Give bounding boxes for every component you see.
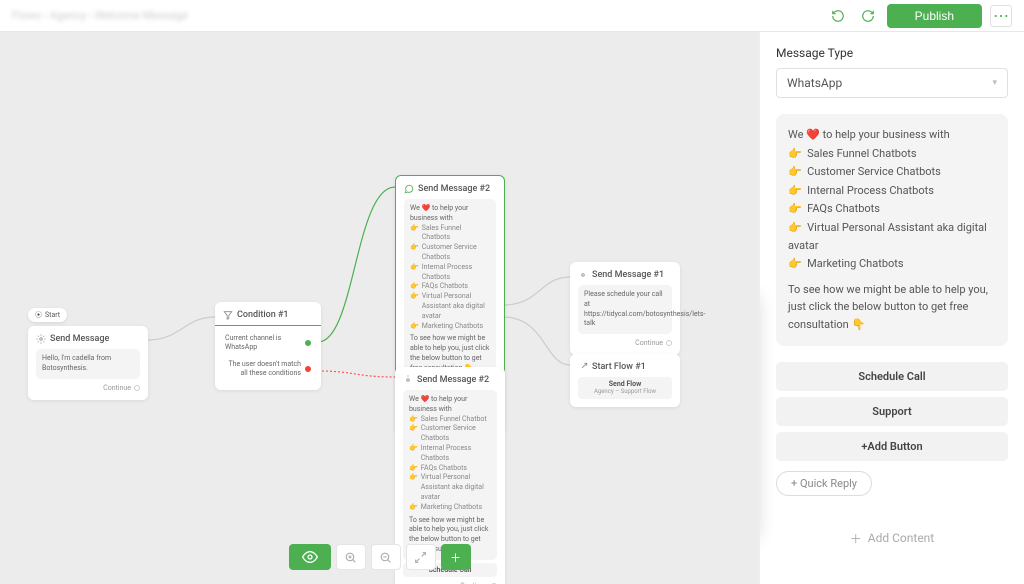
node-send-message[interactable]: Send Message Hello, I'm cadella from Bot… <box>28 326 148 400</box>
preview-icon[interactable] <box>289 544 331 570</box>
schedule-call-button[interactable]: Schedule Call <box>776 362 1008 391</box>
popup-item-actions[interactable]: ⚡Actions› <box>759 457 760 482</box>
node-send-message-1[interactable]: Send Message #1 Please schedule your cal… <box>570 262 680 355</box>
bullet-item: 👉Marketing Chatbots <box>409 503 491 513</box>
content-type-popup: ≡Text▣Image▭Card☰Get User Data▷Video✉Tem… <box>759 290 760 536</box>
quick-reply-button[interactable]: + Quick Reply <box>776 471 872 496</box>
bullet-item: 👉 Sales Funnel Chatbots <box>788 145 996 163</box>
message-bubble: Hello, I'm cadella from Botosynthesis. <box>36 349 140 379</box>
canvas-toolbar: + <box>289 544 471 570</box>
bullet-item: 👉Sales Funnel Chatbots <box>410 224 490 244</box>
message-type-label: Message Type <box>776 46 1008 60</box>
redo-icon[interactable] <box>857 5 879 27</box>
output-port[interactable] <box>666 340 672 346</box>
message-type-select[interactable]: WhatsApp ▾ <box>776 68 1008 98</box>
popup-item-video[interactable]: ▷Video <box>759 394 760 419</box>
bullet-item: 👉FAQs Chatbots <box>409 464 491 474</box>
output-port[interactable] <box>134 385 140 391</box>
bullet-item: 👉 Customer Service Chatbots <box>788 163 996 181</box>
add-button[interactable]: +Add Button <box>776 432 1008 461</box>
output-port-true[interactable] <box>305 340 311 346</box>
message-bubble: We ❤️ to help your business with 👉Sales … <box>404 199 496 379</box>
node-condition[interactable]: Condition #1 Current channel is WhatsApp… <box>215 302 321 390</box>
output-port-false[interactable] <box>305 366 311 372</box>
bullet-item: 👉 Virtual Personal Assistant aka digital… <box>788 219 996 254</box>
bullet-item: 👉Customer Service Chatbots <box>410 243 490 263</box>
add-content-button[interactable]: ＋ Add Content <box>776 520 1008 557</box>
message-bubble: Please schedule your call at https://tid… <box>578 285 672 334</box>
right-panel: Message Type WhatsApp ▾ We ❤️ to help yo… <box>759 32 1024 584</box>
bullet-item: 👉Virtual Personal Assistant aka digital … <box>409 473 491 502</box>
zoom-in-icon[interactable] <box>336 544 366 570</box>
bullet-item: 👉Marketing Chatbots <box>410 322 490 332</box>
popup-item-text[interactable]: ≡Text <box>759 294 760 319</box>
bullet-item: 👉Virtual Personal Assistant aka digital … <box>410 292 490 321</box>
more-icon[interactable]: ⋯ <box>990 5 1012 27</box>
popup-item-get-user-data[interactable]: ☰Get User Data <box>759 369 760 394</box>
node-start-flow[interactable]: Start Flow #1 Send Flow Agency – Support… <box>570 354 680 407</box>
chevron-down-icon: ▾ <box>992 78 997 88</box>
popup-item-card[interactable]: ▭Card <box>759 344 760 369</box>
add-node-icon[interactable]: + <box>441 544 471 570</box>
bullet-item: 👉Internal Process Chatbots <box>409 444 491 464</box>
bullet-item: 👉Customer Service Chatbots <box>409 424 491 444</box>
popup-item-file[interactable]: 📎File› <box>759 507 760 532</box>
start-pill: ⦿Start <box>28 308 67 322</box>
fit-icon[interactable] <box>406 544 436 570</box>
bullet-item: 👉FAQs Chatbots <box>410 282 490 292</box>
undo-icon[interactable] <box>827 5 849 27</box>
message-bubble: We ❤️ to help your business with 👉Sales … <box>403 390 497 560</box>
topbar: Flows › Agency › Welcome Message Publish… <box>0 0 1024 32</box>
bullet-item: 👉 FAQs Chatbots <box>788 200 996 218</box>
send-flow-button[interactable]: Send Flow Agency – Support Flow <box>578 377 672 399</box>
bullet-item: 👉 Internal Process Chatbots <box>788 182 996 200</box>
bullet-item: 👉Sales Funnel Chatbot <box>409 415 491 425</box>
flow-canvas[interactable]: ⦿Start Send Message Hello, I'm cadella f… <box>0 32 759 584</box>
plus-icon: ＋ <box>850 530 862 547</box>
breadcrumb: Flows › Agency › Welcome Message <box>12 9 188 22</box>
popup-item-typing[interactable]: ◌Typing <box>759 482 760 507</box>
bullet-item: 👉Internal Process Chatbots <box>410 263 490 283</box>
popup-item-template-message[interactable]: ✉Template Message <box>759 419 760 457</box>
support-button[interactable]: Support <box>776 397 1008 426</box>
zoom-out-icon[interactable] <box>371 544 401 570</box>
popup-item-image[interactable]: ▣Image <box>759 319 760 344</box>
bullet-item: 👉 Marketing Chatbots <box>788 255 996 273</box>
publish-button[interactable]: Publish <box>887 4 982 28</box>
preview-bubble[interactable]: We ❤️ to help your business with 👉 Sales… <box>776 114 1008 346</box>
